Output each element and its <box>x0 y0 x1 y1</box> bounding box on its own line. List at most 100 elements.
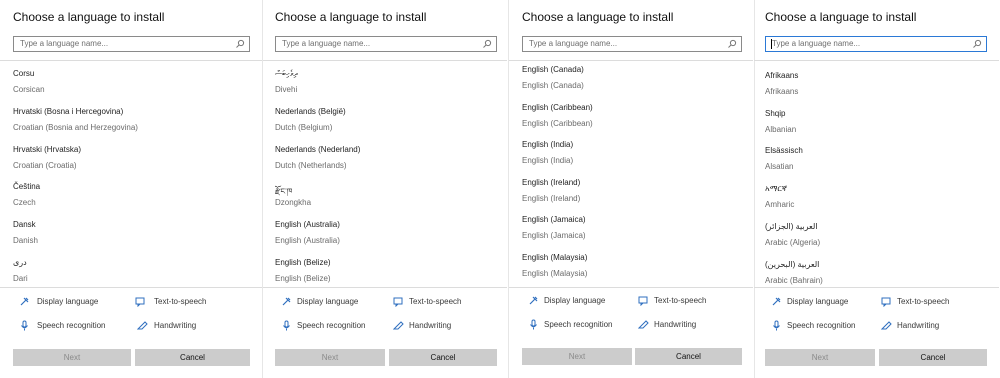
microphone-icon <box>283 320 290 331</box>
english-name: Dzongkha <box>275 198 312 207</box>
language-item[interactable]: Nederlands (België) Dutch (Belgium) <box>275 107 497 143</box>
language-item[interactable]: English (India) English (India) <box>522 140 742 176</box>
feature-handwriting: Handwriting <box>654 320 697 329</box>
native-name: English (Malaysia) <box>522 253 588 262</box>
cancel-button[interactable]: Cancel <box>135 349 250 366</box>
language-item[interactable]: Nederlands (Nederland) Dutch (Netherlands… <box>275 145 497 181</box>
search-input[interactable]: Type a language name... <box>13 36 250 52</box>
display-language-icon <box>20 297 29 306</box>
panel-title: Choose a language to install <box>13 10 165 24</box>
language-item[interactable]: Afrikaans Afrikaans <box>765 71 987 107</box>
native-name: English (Ireland) <box>522 178 581 187</box>
native-name: Corsu <box>13 69 35 78</box>
feature-handwriting: Handwriting <box>154 321 197 330</box>
text-to-speech-icon <box>638 296 648 306</box>
language-item[interactable]: Shqip Albanian <box>765 109 987 145</box>
language-item[interactable]: العربية (الجزائر) Arabic (Algeria) <box>765 222 987 258</box>
native-name: Shqip <box>765 109 786 118</box>
feature-display-language: Display language <box>544 296 606 305</box>
search-icon[interactable] <box>482 39 492 49</box>
pen-icon <box>881 321 892 330</box>
next-button[interactable]: Next <box>275 349 385 366</box>
language-item[interactable]: العربية (البحرين) Arabic (Bahrain) <box>765 260 987 285</box>
language-item[interactable]: Dansk Danish <box>13 220 250 256</box>
text-to-speech-icon <box>135 297 145 307</box>
native-name: English (Belize) <box>275 258 331 267</box>
language-item[interactable]: English (Belize) English (Belize) <box>275 258 497 285</box>
panel-title: Choose a language to install <box>765 10 917 24</box>
language-item[interactable]: ދިވެހިބަސް Divehi <box>275 69 497 105</box>
next-button[interactable]: Next <box>765 349 875 366</box>
language-panel-1: Choose a language to install Type a lang… <box>0 0 262 378</box>
search-icon[interactable] <box>972 39 982 49</box>
panel-title: Choose a language to install <box>522 10 674 24</box>
language-item[interactable]: Hrvatski (Bosna i Hercegovina) Croatian (… <box>13 107 250 143</box>
feature-text-to-speech: Text-to-speech <box>154 297 207 306</box>
native-name: دری <box>13 258 27 267</box>
english-name: Danish <box>13 236 38 245</box>
cancel-button[interactable]: Cancel <box>635 348 742 365</box>
english-name: Dutch (Netherlands) <box>275 161 347 170</box>
native-name: Nederlands (Nederland) <box>275 145 361 154</box>
language-list[interactable]: ދިވެހިބަސް Divehi Nederlands (België) Dutc… <box>275 69 497 285</box>
english-name: Dari <box>13 274 28 283</box>
language-item[interactable]: Čeština Czech <box>13 182 250 218</box>
english-name: Albanian <box>765 125 797 134</box>
native-name: Hrvatski (Hrvatska) <box>13 145 82 154</box>
language-item[interactable]: English (Australia) English (Australia) <box>275 220 497 256</box>
english-name: Amharic <box>765 200 795 209</box>
native-name: Dansk <box>13 220 36 229</box>
language-item[interactable]: Hrvatski (Hrvatska) Croatian (Croatia) <box>13 145 250 181</box>
search-input[interactable]: Type a language name... <box>275 36 497 52</box>
language-panel-4: Choose a language to install Type a lang… <box>754 0 999 378</box>
language-list[interactable]: English (Canada) English (Canada) English… <box>522 65 742 285</box>
next-button[interactable]: Next <box>13 349 131 366</box>
english-name: Czech <box>13 198 36 207</box>
search-icon[interactable] <box>727 39 737 49</box>
search-placeholder: Type a language name... <box>282 39 371 48</box>
language-item[interactable]: English (Malaysia) English (Malaysia) <box>522 253 742 285</box>
english-name: English (Caribbean) <box>522 119 593 128</box>
language-list[interactable]: Corsu Corsican Hrvatski (Bosna i Hercegov… <box>13 69 250 285</box>
language-item[interactable]: English (Jamaica) English (Jamaica) <box>522 215 742 251</box>
english-name: Croatian (Bosnia and Herzegovina) <box>13 123 138 132</box>
language-list[interactable]: Afrikaans Afrikaans Shqip Albanian Elsässi… <box>765 71 987 285</box>
language-item[interactable]: English (Ireland) English (Ireland) <box>522 178 742 214</box>
native-name: Afrikaans <box>765 71 799 80</box>
language-item[interactable]: Corsu Corsican <box>13 69 250 105</box>
display-language-icon <box>529 296 538 305</box>
native-name: Elsässisch <box>765 146 803 155</box>
feature-speech-recognition: Speech recognition <box>544 320 613 329</box>
microphone-icon <box>773 320 780 331</box>
native-name: ދިވެހިބަސް <box>275 69 298 78</box>
english-name: Croatian (Croatia) <box>13 161 77 170</box>
pen-icon <box>137 321 148 330</box>
search-input[interactable]: Type a language name... <box>765 36 987 52</box>
language-item[interactable]: རྫོང་ཁ Dzongkha <box>275 182 497 218</box>
language-item[interactable]: Elsässisch Alsatian <box>765 146 987 182</box>
feature-text-to-speech: Text-to-speech <box>654 296 707 305</box>
microphone-icon <box>530 319 537 330</box>
english-name: English (Belize) <box>275 274 331 283</box>
panel-title: Choose a language to install <box>275 10 427 24</box>
search-input[interactable]: Type a language name... <box>522 36 742 52</box>
language-item[interactable]: دری Dari <box>13 258 250 285</box>
microphone-icon <box>21 320 28 331</box>
english-name: English (Jamaica) <box>522 231 586 240</box>
english-name: English (Ireland) <box>522 194 581 203</box>
english-name: Arabic (Bahrain) <box>765 276 823 285</box>
english-name: Dutch (Belgium) <box>275 123 333 132</box>
cancel-button[interactable]: Cancel <box>879 349 987 366</box>
feature-display-language: Display language <box>787 297 849 306</box>
feature-handwriting: Handwriting <box>409 321 452 330</box>
language-item[interactable]: English (Canada) English (Canada) <box>522 65 742 101</box>
language-item[interactable]: አማርኛ Amharic <box>765 184 987 220</box>
feature-text-to-speech: Text-to-speech <box>409 297 462 306</box>
native-name: አማርኛ <box>765 184 787 193</box>
cancel-button[interactable]: Cancel <box>389 349 497 366</box>
english-name: Alsatian <box>765 162 794 171</box>
language-item[interactable]: English (Caribbean) English (Caribbean) <box>522 103 742 139</box>
next-button[interactable]: Next <box>522 348 632 365</box>
search-icon[interactable] <box>235 39 245 49</box>
language-panel-2: Choose a language to install Type a lang… <box>263 0 507 378</box>
